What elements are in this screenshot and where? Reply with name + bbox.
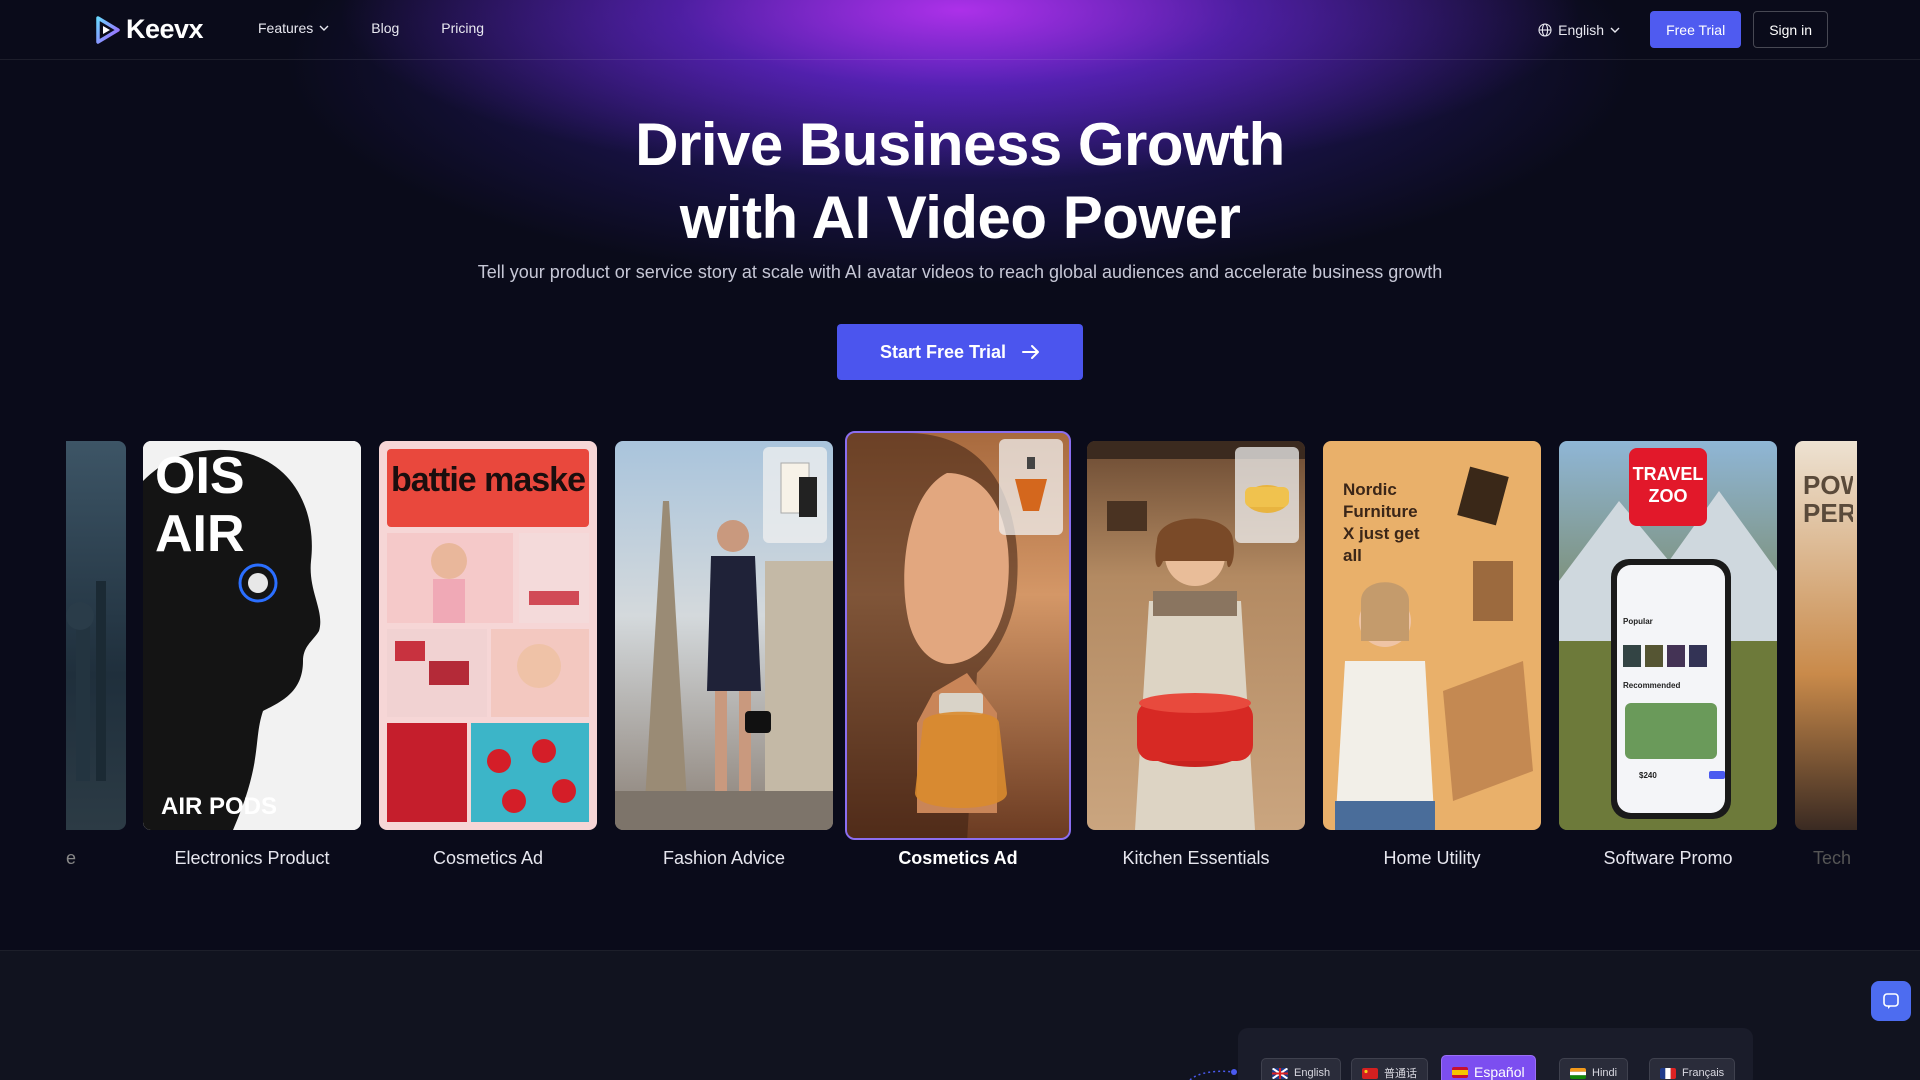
video-card-kitchen[interactable] — [1087, 441, 1305, 830]
video-card-electronics[interactable]: OIS AIR AIR PODS — [143, 441, 361, 830]
video-card-label: Software Promo — [1603, 848, 1733, 868]
video-card-partial-left[interactable] — [66, 441, 126, 830]
india-flag-icon — [1570, 1067, 1586, 1079]
video-card-cosmetics-1[interactable]: battie maske — [379, 441, 597, 830]
logo-play-icon — [96, 15, 120, 44]
arrow-right-icon — [1022, 345, 1040, 359]
language-option-label: English — [1294, 1067, 1331, 1079]
start-free-trial-label: Start Free Trial — [879, 341, 1007, 362]
fashion-outfit-thumbnail — [763, 447, 827, 543]
hero-title: Drive Business Growth with AI Video Powe… — [0, 108, 1920, 254]
video-card-software-promo[interactable]: TRAVEL ZOO Popular Recommended $240 — [1559, 441, 1777, 830]
china-flag-icon — [1362, 1067, 1378, 1079]
spain-flag-icon — [1452, 1066, 1468, 1078]
chat-support-button[interactable] — [1871, 981, 1911, 1021]
logo-text: Keevx — [126, 14, 204, 44]
travel-app-popular: Popular — [1623, 617, 1653, 626]
top-navigation: Keevx Features Blog Pricing English Free… — [0, 0, 1920, 60]
travel-app-price: $240 — [1639, 771, 1657, 780]
france-flag-icon — [1660, 1067, 1676, 1079]
nav-pricing[interactable]: Pricing — [441, 20, 484, 36]
video-card-label: Fashion Advice — [662, 848, 786, 868]
video-card-cosmetics-active[interactable] — [845, 431, 1071, 840]
video-card-fashion[interactable] — [615, 441, 833, 830]
language-label: English — [1558, 21, 1605, 38]
language-option-label: 普通话 — [1384, 1068, 1417, 1080]
chevron-down-icon — [319, 25, 329, 31]
globe-icon — [1538, 22, 1552, 37]
video-card-label: Kitchen Essentials — [1122, 848, 1270, 868]
video-card-label-active: Cosmetics Ad — [898, 848, 1018, 868]
language-option-spanish[interactable]: Español — [1441, 1055, 1536, 1080]
video-card-home-utility[interactable]: Nordic Furniture X just get all — [1323, 441, 1541, 830]
hero-subtitle: Tell your product or service story at sc… — [477, 262, 1443, 282]
video-card-label: Electronics Product — [174, 848, 330, 868]
partial-right-overlay-text: POW PER — [1803, 471, 1853, 527]
nav-blog[interactable]: Blog — [371, 20, 399, 36]
language-selector[interactable]: English — [1538, 22, 1620, 38]
video-card-label: Home Utility — [1383, 848, 1481, 868]
furniture-avatar-image — [1335, 466, 1533, 830]
chat-icon — [1883, 993, 1899, 1009]
language-option-hindi[interactable]: Hindi — [1559, 1058, 1629, 1080]
city-skyline-image — [66, 581, 106, 781]
nav-actions: English Free Trial Sign in — [1538, 11, 1828, 48]
nav-features[interactable]: Features — [258, 20, 329, 36]
perfume-product-thumbnail — [999, 439, 1063, 535]
language-option-english[interactable]: English — [1261, 1058, 1342, 1080]
sign-in-button[interactable]: Sign in — [1753, 11, 1828, 48]
nav-links: Features Blog Pricing — [258, 20, 484, 36]
connector-line — [1189, 1069, 1237, 1080]
cosmetics-collage-image — [387, 533, 589, 822]
video-card-label-partial-right: Tech — [1813, 848, 1852, 868]
hero-title-line-1: Drive Business Growth — [635, 111, 1285, 178]
start-free-trial-button[interactable]: Start Free Trial — [837, 324, 1083, 380]
pot-product-thumbnail — [1235, 447, 1299, 543]
nav-features-label: Features — [258, 20, 314, 36]
video-card-partial-right[interactable]: POW PER — [1795, 441, 1857, 830]
travel-app-recommended: Recommended — [1623, 681, 1681, 690]
electronics-overlay-bottom: AIR PODS — [161, 793, 278, 820]
electronics-overlay-title: OIS AIR — [155, 447, 245, 563]
language-option-french[interactable]: Français — [1649, 1058, 1736, 1080]
video-card-label-partial-left: e — [66, 848, 77, 868]
free-trial-button[interactable]: Free Trial — [1650, 11, 1742, 48]
hero-title-line-2: with AI Video Power — [679, 184, 1241, 251]
language-option-label: Hindi — [1592, 1067, 1618, 1079]
chevron-down-icon — [1610, 27, 1620, 33]
language-option-label: Français — [1682, 1067, 1725, 1079]
travel-zoo-logo-text: TRAVEL ZOO — [1632, 464, 1704, 506]
logo[interactable]: Keevx — [94, 14, 204, 45]
uk-flag-icon — [1272, 1067, 1288, 1079]
language-option-mandarin[interactable]: 普通话 — [1351, 1058, 1428, 1080]
video-card-label: Cosmetics Ad — [432, 848, 544, 868]
language-option-label: Español — [1474, 1064, 1525, 1080]
